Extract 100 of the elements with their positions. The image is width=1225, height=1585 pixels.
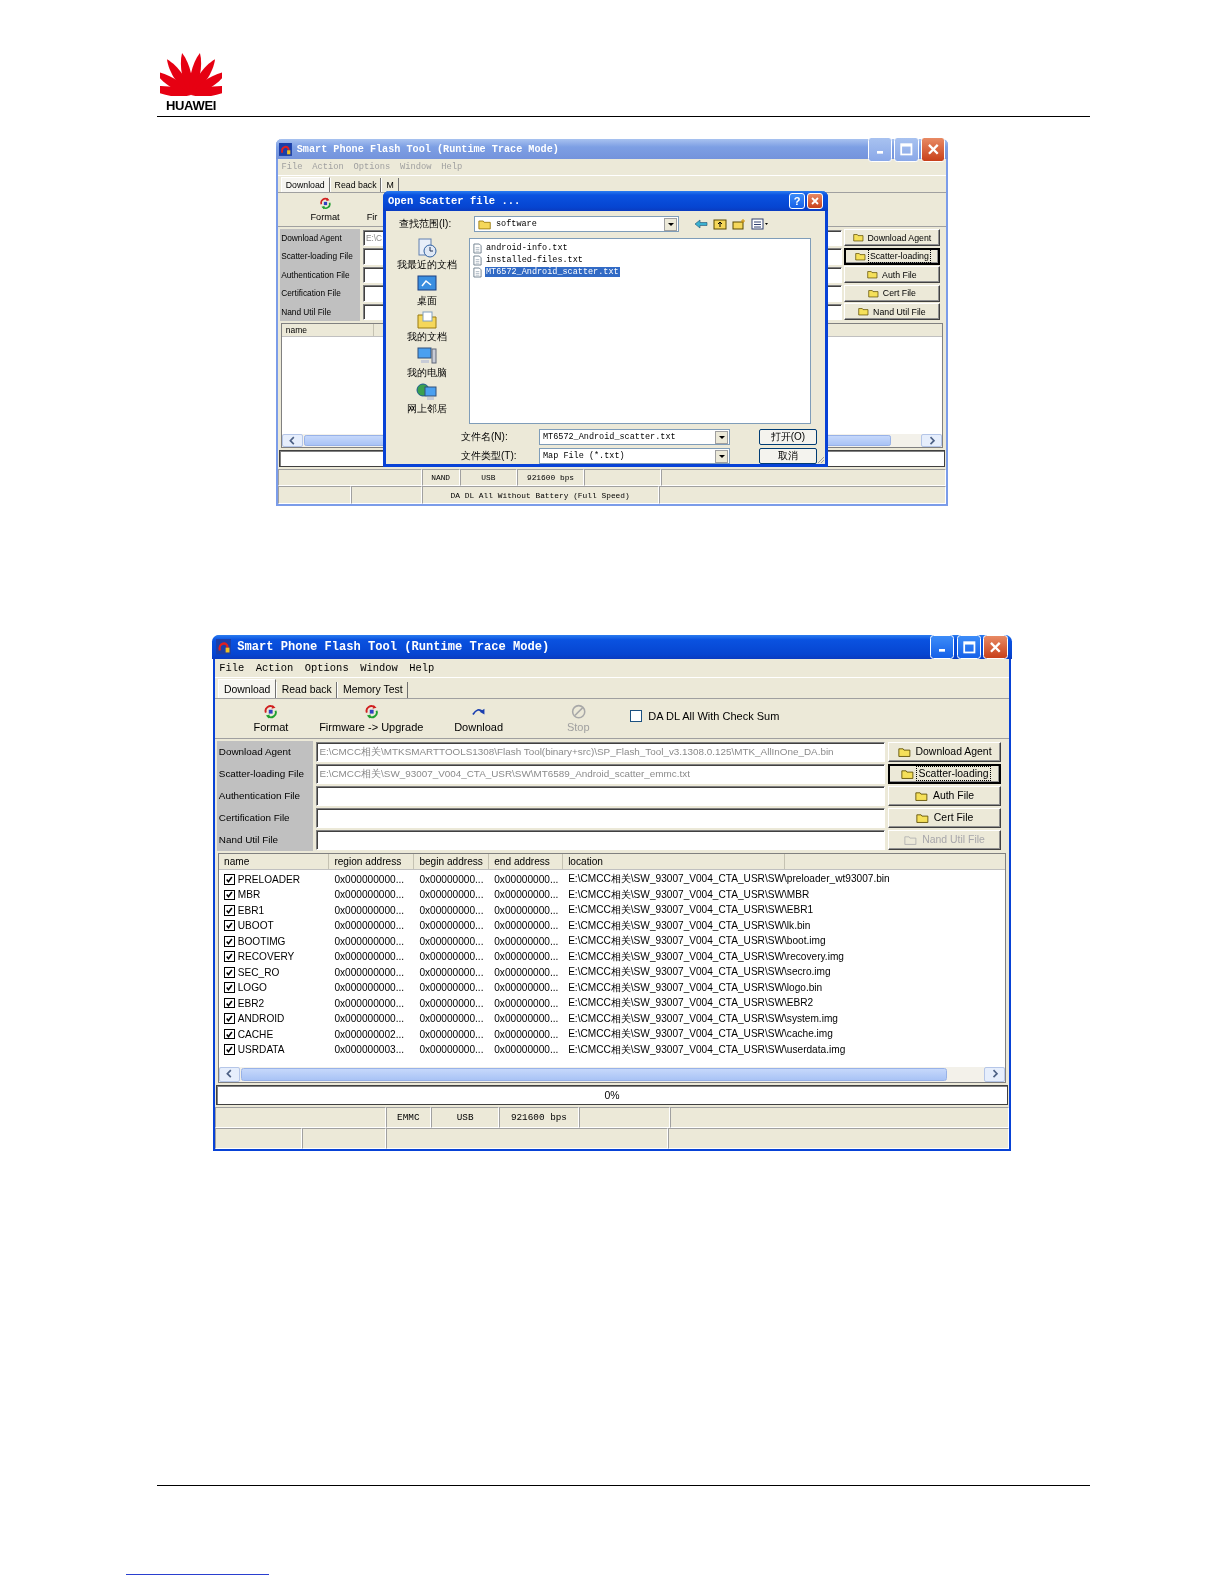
partition-name: EBR1	[237, 904, 265, 916]
column-header[interactable]: end address	[489, 853, 564, 869]
scroll-right-button[interactable]	[921, 434, 943, 447]
partition-name: SEC_RO	[237, 966, 280, 978]
column-header[interactable]: location	[563, 853, 785, 869]
checkbox[interactable]	[630, 709, 643, 722]
table-cell-text: 0x000000000...	[333, 904, 406, 916]
stop-icon	[570, 703, 586, 720]
table-cell-text: E:\CMCC相关\SW_93007_V004_CTA_USR\SW\logo.bin	[567, 980, 824, 995]
tab[interactable]: Read back	[276, 681, 338, 698]
help-button[interactable]: ?	[789, 193, 805, 209]
folder-icon	[867, 270, 879, 280]
table-cell-text: E:\CMCC相关\SW_93007_V004_CTA_USR\SW\MBR	[567, 887, 811, 902]
table-cell-text: 0x00000000...	[418, 1013, 485, 1025]
status-cell: EMMC	[385, 1107, 431, 1129]
checkbox[interactable]	[224, 935, 235, 947]
menu-item[interactable]: Help	[409, 662, 435, 675]
partition-name: EBR2	[237, 997, 265, 1009]
path-field[interactable]	[316, 830, 885, 850]
window-title: Smart Phone Flash Tool (Runtime Trace Mode)	[296, 143, 560, 155]
close-button[interactable]	[983, 634, 1009, 660]
minimize-button[interactable]	[929, 634, 955, 660]
minimize-icon	[876, 151, 884, 154]
browse-button[interactable]: Scatter-loading	[888, 764, 1002, 784]
folder-icon	[858, 307, 870, 317]
tab[interactable]: Download	[218, 679, 277, 698]
close-icon	[810, 196, 820, 206]
column-header[interactable]: name	[281, 323, 375, 337]
circular-arrows-icon	[263, 703, 279, 720]
scroll-left-button[interactable]	[219, 1066, 241, 1082]
close-button[interactable]	[807, 193, 823, 209]
table-cell-text: 0x00000000...	[418, 951, 485, 963]
folder-icon	[904, 834, 919, 846]
list-entry[interactable]: installed-files.txt	[485, 255, 584, 265]
dialog-title: Open Scatter file ...	[388, 195, 522, 207]
maximize-icon	[899, 141, 914, 157]
tab[interactable]: Memory Test	[337, 681, 409, 698]
checkbox[interactable]	[224, 1013, 235, 1024]
menu-item[interactable]: Window	[360, 662, 398, 675]
partition-name: ANDROID	[237, 1013, 285, 1025]
list-entry[interactable]: MT6572_Android_scatter.txt	[485, 267, 620, 277]
checkbox[interactable]	[224, 920, 235, 932]
field-label: Certification File	[217, 806, 313, 829]
browse-button[interactable]: Auth File	[888, 786, 1002, 806]
checkbox[interactable]	[224, 889, 235, 901]
table-cell-text: 0x00000000...	[493, 889, 560, 901]
checkbox[interactable]	[224, 1044, 235, 1055]
scrollbar-thumb[interactable]	[241, 1067, 948, 1081]
browse-button[interactable]: Download Agent	[888, 742, 1002, 762]
column-header[interactable]: name	[219, 853, 330, 869]
path-field[interactable]	[316, 786, 885, 806]
checkbox[interactable]	[224, 905, 235, 916]
path-field[interactable]	[316, 808, 885, 828]
scroll-left-button[interactable]	[281, 434, 303, 447]
table-cell-text: 0x000000000...	[333, 935, 406, 947]
path-field[interactable]: E:\CMCC相关\MTKSMARTTOOLS1308\Flash Tool(binary+src)\SP_Flash_Tool_v3.1308.0.125\MTK_AllInOne_DA.bin	[316, 742, 885, 762]
table-cell-text: 0x00000000...	[418, 997, 485, 1009]
table-cell-text: 0x00000000...	[493, 1013, 560, 1025]
column-header[interactable]: region address	[329, 853, 415, 869]
checkbox[interactable]	[224, 997, 235, 1009]
table-cell-text: 0x00000000...	[493, 920, 560, 932]
checkbox[interactable]	[224, 982, 235, 993]
minimize-icon	[938, 649, 946, 652]
checkbox[interactable]	[224, 874, 235, 885]
checkbox[interactable]	[224, 951, 235, 963]
folder-icon	[900, 768, 915, 780]
menu-item[interactable]: Action	[255, 662, 294, 675]
column-header[interactable]: begin address	[414, 853, 490, 869]
checkbox[interactable]	[224, 1028, 235, 1040]
table-cell-text: 0x00000000...	[493, 1028, 560, 1040]
computer-icon	[416, 346, 438, 366]
partition-name: PRELOADER	[237, 873, 301, 885]
table-cell-text: 0x00000000...	[493, 982, 560, 994]
table-cell-text: 0x00000000...	[493, 951, 560, 963]
field-label: Download Agent	[279, 228, 361, 248]
firmware-upgrade-button[interactable]: Firmware -> Upgrade	[319, 703, 424, 734]
partition-name: RECOVERY	[237, 951, 295, 963]
menu-item[interactable]: File	[219, 662, 245, 675]
partition-name: MBR	[237, 889, 261, 901]
download-button[interactable]: Download	[454, 703, 504, 734]
path-field[interactable]: E:\CMCC相关\SW_93007_V004_CTA_USR\SW\MT6589_Android_scatter_emmc.txt	[316, 764, 885, 784]
folder-icon	[416, 310, 438, 330]
list-entry[interactable]: android-info.txt	[485, 243, 569, 253]
maximize-button[interactable]	[956, 634, 982, 660]
table-cell-text: 0x000000000...	[333, 982, 406, 994]
checkbox-label[interactable]: DA DL All With Check Sum	[648, 709, 780, 722]
partition-name: USRDATA	[237, 1044, 285, 1056]
menu-item[interactable]: Options	[304, 662, 349, 675]
field-label: Scatter-loading File	[217, 762, 313, 785]
browse-button[interactable]: Cert File	[888, 808, 1002, 828]
window-title: Smart Phone Flash Tool (Runtime Trace Mode)	[237, 640, 551, 655]
table-cell-text: 0x00000000...	[493, 1044, 560, 1056]
format-button[interactable]: Format	[253, 703, 289, 734]
table-cell-text: E:\CMCC相关\SW_93007_V004_CTA_USR\SW\preloader_wt93007.bin	[567, 872, 891, 887]
field-label: 文件名(N):	[461, 430, 509, 444]
field-label: Scatter-loading File	[279, 247, 361, 266]
checkbox[interactable]	[224, 966, 235, 978]
table-cell-text: 0x000000002...	[333, 1028, 406, 1040]
scroll-right-button[interactable]	[983, 1066, 1005, 1082]
text-file-icon	[473, 266, 482, 278]
